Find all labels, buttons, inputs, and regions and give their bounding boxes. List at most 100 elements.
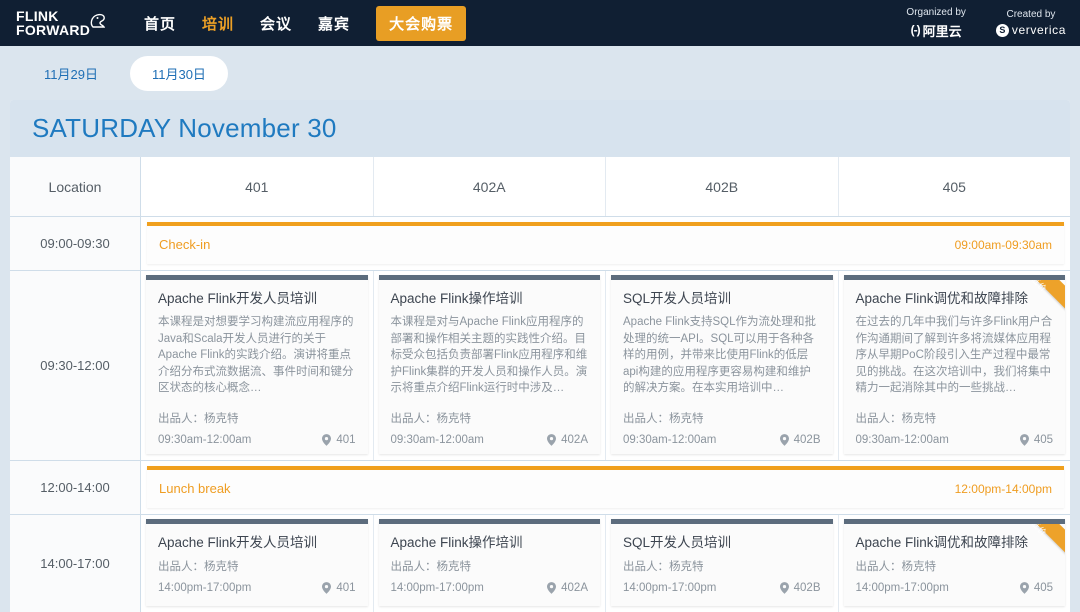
date-tab-nov29[interactable]: 11月29日 — [22, 56, 120, 91]
session-footer: 09:30am-12:00am 405 — [856, 434, 1054, 446]
sponsor-created-by: Created by S ververica — [995, 9, 1066, 37]
location-header: Location — [10, 157, 141, 216]
location-pin-icon — [1019, 434, 1029, 446]
main-nav: 首页 培训 会议 嘉宾 大会购票 — [144, 5, 467, 41]
session-footer: 09:30am-12:00am 402A — [391, 434, 589, 446]
session-card[interactable]: Apache Flink操作培训 本课程是对与Apache Flink应用程序的… — [378, 275, 600, 454]
session-room: 402B — [793, 582, 821, 594]
session-card[interactable]: 最低价 Apache Flink调优和故障排除 出品人：杨克特 14:00pm-… — [843, 519, 1065, 606]
created-by-label: Created by — [1006, 9, 1056, 20]
row-check-in: 09:00-09:30 Check-in 09:00am-09:30am — [10, 217, 1070, 271]
row-time-0930: 09:30-12:00 — [10, 271, 141, 460]
alibaba-cloud-mark: (-) — [910, 23, 921, 37]
session-time: 09:30am-12:00am — [390, 434, 484, 446]
card-cell-402a-pm: Apache Flink操作培训 出品人：杨克特 14:00pm-17:00pm… — [374, 515, 606, 612]
alibaba-cloud-name: 阿里云 — [922, 23, 962, 39]
schedule-grid: Location 401 402A 402B 405 09:00-09:30 C… — [10, 157, 1070, 612]
session-time: 14:00pm-17:00pm — [855, 582, 949, 594]
session-description: 本课程是对想要学习构建流应用程序的Java和Scala开发人员进行的关于Apac… — [158, 316, 354, 394]
session-card[interactable]: SQL开发人员培训 出品人：杨克特 14:00pm-17:00pm 402B — [611, 519, 833, 606]
schedule-panel: SATURDAY November 30 Location 401 402A 4… — [10, 100, 1070, 612]
session-card[interactable]: Apache Flink开发人员培训 本课程是对想要学习构建流应用程序的Java… — [146, 275, 368, 454]
session-presenter: 出品人：杨克特 — [158, 413, 239, 425]
logo-text: FLINK FORWARD — [16, 9, 90, 37]
session-title: SQL开发人员培训 — [623, 535, 732, 550]
nav-item-home[interactable]: 首页 — [144, 13, 176, 34]
session-location: 405 — [1019, 434, 1053, 446]
organized-by-label: Organized by — [906, 6, 966, 18]
session-room: 402A — [561, 582, 588, 594]
check-in-label: Check-in — [159, 237, 211, 252]
sponsor-organized-by: Organized by (-) 阿里云 — [906, 7, 965, 40]
session-location: 402B — [779, 434, 821, 446]
session-presenter: 出品人：杨克特 — [623, 413, 704, 425]
session-title: Apache Flink开发人员培训 — [158, 535, 318, 550]
session-location: 401 — [322, 434, 356, 446]
ververica-mark: S — [995, 23, 1009, 37]
session-room: 405 — [1033, 582, 1053, 594]
row-afternoon-sessions: 14:00-17:00 Apache Flink开发人员培训 出品人：杨克特 1… — [10, 515, 1070, 612]
session-location: 402B — [779, 582, 821, 594]
session-title: Apache Flink操作培训 — [390, 291, 523, 306]
session-title: Apache Flink操作培训 — [390, 535, 523, 550]
squirrel-icon — [85, 7, 111, 33]
session-location: 402A — [547, 582, 588, 594]
flink-forward-logo[interactable]: FLINK FORWARD — [16, 9, 120, 37]
session-card[interactable]: SQL开发人员培训 Apache Flink支持SQL作为流处理和批处理的统一A… — [611, 275, 833, 454]
afternoon-cards: Apache Flink开发人员培训 出品人：杨克特 14:00pm-17:00… — [141, 515, 1070, 612]
nav-item-training[interactable]: 培训 — [202, 13, 234, 34]
session-presenter: 出品人：杨克特 — [390, 413, 472, 425]
session-location: 405 — [1019, 582, 1053, 594]
session-card[interactable]: Apache Flink操作培训 出品人：杨克特 14:00pm-17:00pm… — [378, 519, 600, 606]
check-in-banner[interactable]: Check-in 09:00am-09:30am — [147, 221, 1064, 264]
row-lunch-break: 12:00-14:00 Lunch break 12:00pm-14:00pm — [10, 461, 1070, 515]
nav-item-speakers[interactable]: 嘉宾 — [318, 13, 350, 34]
session-room: 405 — [1033, 434, 1053, 446]
buy-ticket-button[interactable]: 大会购票 — [376, 5, 467, 41]
session-footer: 14:00pm-17:00pm 402B — [623, 582, 821, 594]
date-tab-nov30[interactable]: 11月30日 — [129, 55, 228, 91]
ververica-logo[interactable]: S ververica — [995, 23, 1066, 37]
session-presenter: 出品人：杨克特 — [855, 561, 937, 573]
grid-header-row: Location 401 402A 402B 405 — [10, 157, 1070, 217]
session-description: 在过去的几年中我们与许多Flink用户合作沟通期间了解到许多将流媒体应用程序从早… — [855, 316, 1053, 394]
session-presenter: 出品人：杨克特 — [390, 561, 472, 573]
session-title: Apache Flink调优和故障排除 — [855, 535, 1029, 550]
session-location: 401 — [322, 582, 356, 594]
card-cell-402b-pm: SQL开发人员培训 出品人：杨克特 14:00pm-17:00pm 402B — [606, 515, 839, 612]
location-pin-icon — [1019, 582, 1029, 594]
morning-cards: Apache Flink开发人员培训 本课程是对想要学习构建流应用程序的Java… — [141, 271, 1070, 460]
session-footer: 14:00pm-17:00pm 402A — [391, 582, 589, 594]
nav-item-conference[interactable]: 会议 — [260, 13, 292, 34]
alibaba-cloud-logo[interactable]: (-) 阿里云 — [906, 21, 965, 40]
room-header-405: 405 — [838, 157, 1070, 216]
session-title: Apache Flink调优和故障排除 — [855, 291, 1029, 306]
session-room: 402B — [793, 434, 821, 446]
card-cell-401-am: Apache Flink开发人员培训 本课程是对想要学习构建流应用程序的Java… — [141, 271, 374, 460]
room-header-401: 401 — [141, 157, 374, 216]
session-card[interactable]: Apache Flink开发人员培训 出品人：杨克特 14:00pm-17:00… — [146, 519, 368, 606]
room-header-402b: 402B — [606, 157, 839, 216]
session-card[interactable]: 最低价 Apache Flink调优和故障排除 在过去的几年中我们与许多Flin… — [843, 275, 1065, 454]
session-presenter: 出品人：杨克特 — [623, 561, 704, 573]
session-title: SQL开发人员培训 — [623, 291, 732, 306]
session-time: 09:30am-12:00am — [623, 434, 717, 446]
session-footer: 09:30am-12:00am 401 — [158, 434, 356, 446]
date-tab-bar: 11月29日 11月30日 — [0, 46, 1080, 100]
logo-line-2: FORWARD — [16, 22, 91, 38]
lunch-break-banner[interactable]: Lunch break 12:00pm-14:00pm — [147, 465, 1064, 508]
row-time-1200: 12:00-14:00 — [10, 461, 141, 514]
card-cell-405-pm: 最低价 Apache Flink调优和故障排除 出品人：杨克特 14:00pm-… — [839, 515, 1071, 612]
ververica-name: ververica — [1011, 23, 1066, 37]
page-title-date: November 30 — [178, 113, 337, 143]
lunch-break-time: 12:00pm-14:00pm — [954, 481, 1052, 496]
session-footer: 14:00pm-17:00pm 401 — [158, 582, 356, 594]
card-cell-405-am: 最低价 Apache Flink调优和故障排除 在过去的几年中我们与许多Flin… — [839, 271, 1071, 460]
session-footer: 09:30am-12:00am 402B — [623, 434, 821, 446]
session-footer: 14:00pm-17:00pm 405 — [856, 582, 1054, 594]
session-room: 401 — [336, 434, 356, 446]
logo-line-1: FLINK — [16, 8, 59, 24]
session-location: 402A — [547, 434, 588, 446]
site-header: FLINK FORWARD 首页 培训 会议 嘉宾 大会购票 Organized… — [0, 0, 1080, 46]
page-title-weekday: SATURDAY — [32, 113, 171, 143]
